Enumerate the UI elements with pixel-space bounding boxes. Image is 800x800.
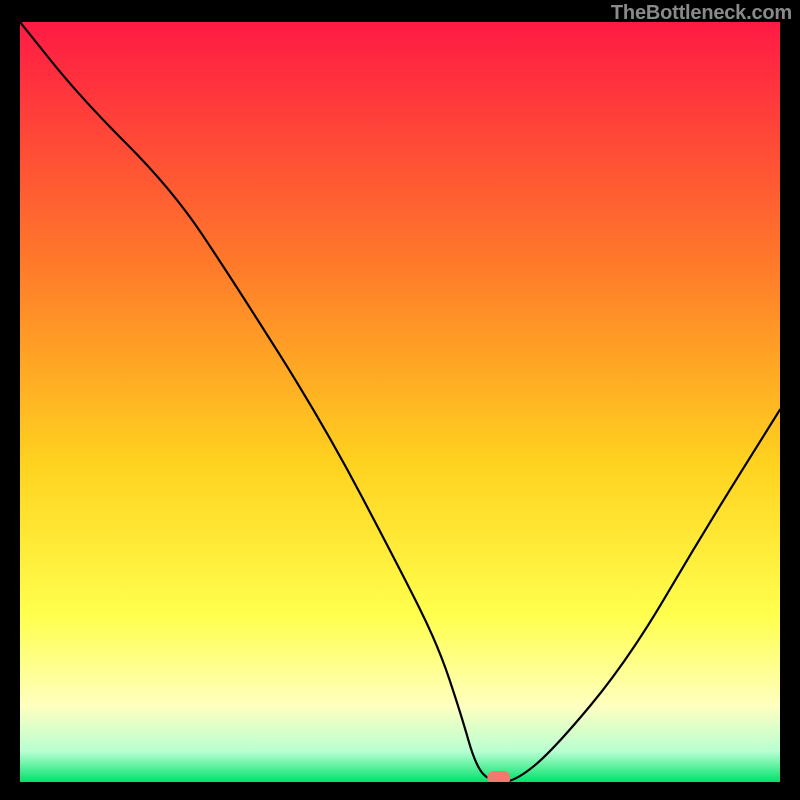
gradient-background [20, 22, 780, 782]
chart-svg [20, 22, 780, 782]
chart-container: { "watermark": "TheBottleneck.com", "col… [0, 0, 800, 800]
optimum-marker [488, 772, 510, 783]
watermark-text: TheBottleneck.com [611, 2, 792, 25]
plot-area [20, 22, 780, 782]
